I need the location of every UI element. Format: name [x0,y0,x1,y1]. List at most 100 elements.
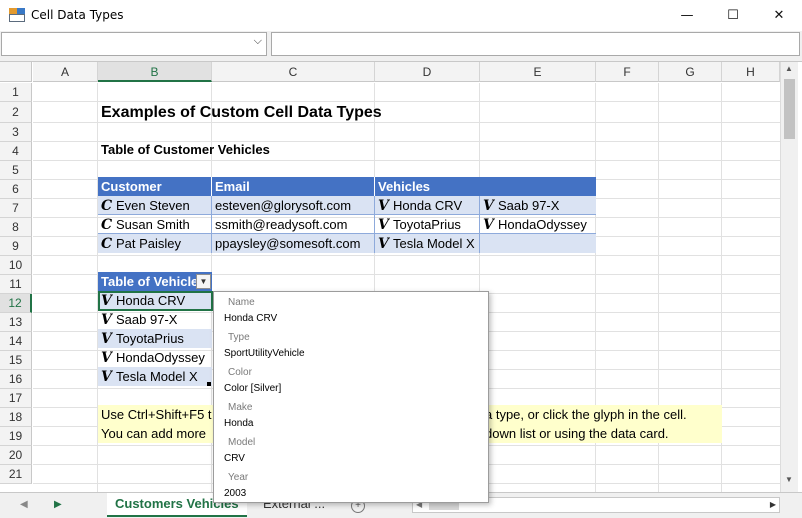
row-header[interactable]: 1 [0,83,32,102]
maximize-button[interactable]: ☐ [710,0,756,31]
customer-glyph-icon[interactable]: C [101,235,116,253]
scroll-down-icon[interactable]: ▼ [785,475,793,484]
row-header[interactable]: 19 [0,427,32,446]
row-header[interactable]: 6 [0,180,32,199]
table-cell-vehicle[interactable] [480,234,596,253]
vertical-scrollbar[interactable]: ▲ ▼ [780,62,798,492]
table-cell-email[interactable]: ssmith@readysoft.com [212,215,375,234]
table-cell-vehicle[interactable]: V Tesla Model X [375,234,480,253]
table2-cell-vehicle[interactable]: V Tesla Model X [98,367,212,386]
field-value: Honda CRV [224,313,278,324]
field-label: Color [228,367,252,378]
table2-cell-vehicle[interactable]: V ToyotaPrius [98,329,212,348]
select-all-corner[interactable] [0,62,32,82]
field-label: Model [228,437,256,448]
table2-cell-vehicle[interactable]: V Saab 97-X [98,310,212,329]
table2-cell-vehicle[interactable]: V Honda CRV [98,291,213,311]
row-header[interactable]: 10 [0,256,32,275]
title-bar: Cell Data Types — ☐ ✕ [0,0,802,31]
filter-dropdown-icon[interactable]: ▼ [196,274,211,289]
row-header[interactable]: 13 [0,313,32,332]
instruction-note-continued: a type, or click the glyph in the cell. [485,407,687,422]
scroll-thumb[interactable] [784,79,795,139]
field-label: Year [228,472,249,483]
column-header-h[interactable]: H [722,62,780,82]
field-label: Make [228,402,253,413]
close-button[interactable]: ✕ [756,0,802,31]
row-header[interactable]: 18 [0,408,32,427]
row-header[interactable]: 3 [0,123,32,142]
row-header[interactable]: 4 [0,142,32,161]
table-header-customer[interactable]: Customer [98,177,212,196]
table-cell-email[interactable]: ppaysley@somesoft.com [212,234,375,253]
customer-glyph-icon[interactable]: C [101,216,116,233]
row-header[interactable]: 12 [0,294,32,313]
vehicle-glyph-icon[interactable]: V [101,349,116,367]
table-cell-customer[interactable]: C Susan Smith [98,215,212,234]
table-cell-customer[interactable]: C Even Steven [98,196,212,215]
window-title: Cell Data Types [31,8,124,22]
scroll-up-icon[interactable]: ▲ [785,64,793,73]
table1-title[interactable]: Table of Customer Vehicles [98,140,348,159]
vehicle-glyph-icon[interactable]: V [101,311,116,329]
row-header[interactable]: 16 [0,370,32,389]
name-box[interactable]: ⌵ [1,32,267,56]
table-cell-vehicle[interactable]: V HondaOdyssey [480,215,596,234]
tab-scroll-left-icon[interactable]: ◀ [20,499,28,510]
field-value: Color [Silver] [224,383,282,394]
formula-bar: ⌵ [0,31,802,61]
column-header-e[interactable]: E [480,62,596,82]
row-header[interactable]: 11 [0,275,32,294]
table-header-vehicles[interactable]: Vehicles [375,177,596,196]
minimize-button[interactable]: — [664,0,710,31]
chevron-down-icon[interactable]: ⌵ [254,35,262,48]
field-value: 2003 [224,488,247,499]
field-value: Honda [224,418,254,429]
customer-glyph-icon[interactable]: C [101,197,116,214]
field-label: Name [228,297,255,308]
tab-scroll-right-icon[interactable]: ▶ [54,499,62,510]
column-header-g[interactable]: G [659,62,722,82]
formula-input[interactable] [271,32,800,56]
column-header-d[interactable]: D [375,62,480,82]
row-header[interactable]: 7 [0,199,32,218]
field-value: SportUtilityVehicle [224,348,305,359]
sheet-title[interactable]: Examples of Custom Cell Data Types [98,102,438,123]
column-header-b[interactable]: B [98,62,212,82]
table-resize-handle[interactable] [207,382,211,386]
column-header-c[interactable]: C [212,62,375,82]
row-header[interactable]: 20 [0,446,32,465]
table2-header[interactable]: Table of Vehicles [98,272,212,291]
column-header-f[interactable]: F [596,62,659,82]
row-header[interactable]: 2 [0,102,32,123]
table-cell-vehicle[interactable]: V Honda CRV [375,196,480,215]
column-header-a[interactable]: A [33,62,98,82]
table-cell-customer[interactable]: C Pat Paisley [98,234,212,253]
vehicle-glyph-icon[interactable]: V [101,330,116,348]
vehicle-glyph-icon[interactable]: V [101,292,116,311]
scroll-right-icon[interactable]: ▶ [770,500,776,509]
row-header[interactable]: 21 [0,465,32,484]
row-header[interactable]: 17 [0,389,32,408]
row-header[interactable]: 8 [0,218,32,237]
table-cell-vehicle[interactable]: V ToyotaPrius [375,215,480,234]
instruction-note-continued: down list or using the data card. [485,426,669,441]
field-label: Type [228,332,250,343]
table-cell-email[interactable]: esteven@glorysoft.com [212,196,375,215]
vehicle-glyph-icon[interactable]: V [378,235,393,253]
row-header[interactable]: 9 [0,237,32,256]
vehicle-glyph-icon[interactable]: V [483,197,498,214]
field-value: CRV [224,453,245,464]
vehicle-glyph-icon[interactable]: V [101,368,116,386]
row-header[interactable]: 15 [0,351,32,370]
row-header[interactable]: 5 [0,161,32,180]
row-header[interactable]: 14 [0,332,32,351]
table2-cell-vehicle[interactable]: V HondaOdyssey [98,348,212,367]
vehicle-glyph-icon[interactable]: V [378,216,393,233]
vehicle-glyph-icon[interactable]: V [378,197,393,214]
table-cell-vehicle[interactable]: V Saab 97-X [480,196,596,215]
vehicle-glyph-icon[interactable]: V [483,216,498,233]
data-card[interactable]: Name Honda CRV Type SportUtilityVehicle … [213,291,489,503]
app-icon [9,8,25,22]
table-header-email[interactable]: Email [212,177,375,196]
